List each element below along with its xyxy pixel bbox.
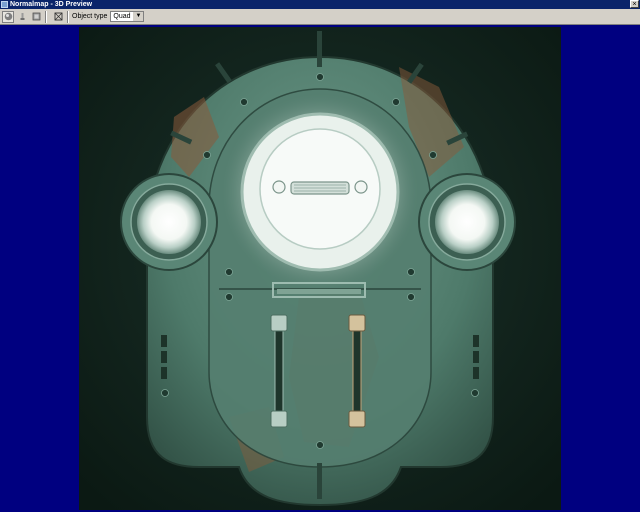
bottom-slot [317,463,322,499]
lamp-bolt-left [272,180,286,194]
window-title: Normalmap - 3D Preview [10,1,93,8]
lamp-bolt-right [354,180,368,194]
texture-icon [32,12,40,21]
top-slot [317,31,322,67]
preview-canvas[interactable] [79,27,561,510]
toolbar-separator-2 [67,10,69,23]
nose-bar [277,289,361,294]
chevron-down-icon: ▼ [133,12,144,21]
mouth-cap-left-top [270,314,288,332]
object-type-value: Quad [113,13,131,20]
robot-face-render [79,27,561,510]
preview-viewport[interactable] [0,25,640,512]
mouth-cap-left-bottom [270,410,288,428]
frame-button[interactable] [52,11,64,23]
app-icon [1,1,8,8]
left-eye [137,190,201,254]
toolbar: Object type Quad ▼ [0,9,640,25]
mouth-cap-right-bottom [348,410,366,428]
right-eye [435,190,499,254]
mouth-cap-right-top [348,314,366,332]
title-bar: Normalmap - 3D Preview × [0,0,640,9]
texture-button[interactable] [30,11,42,23]
object-type-label: Object type [72,13,108,20]
toolbar-separator [45,10,47,23]
side-vent-left [161,335,167,379]
sphere-button[interactable] [2,10,14,23]
frame-icon [54,12,62,21]
light-button[interactable] [16,11,28,23]
close-button[interactable]: × [630,0,639,8]
light-icon [20,13,24,20]
side-vent-right [473,335,479,379]
sphere-icon [4,12,12,21]
object-type-select[interactable]: Quad ▼ [110,11,145,22]
